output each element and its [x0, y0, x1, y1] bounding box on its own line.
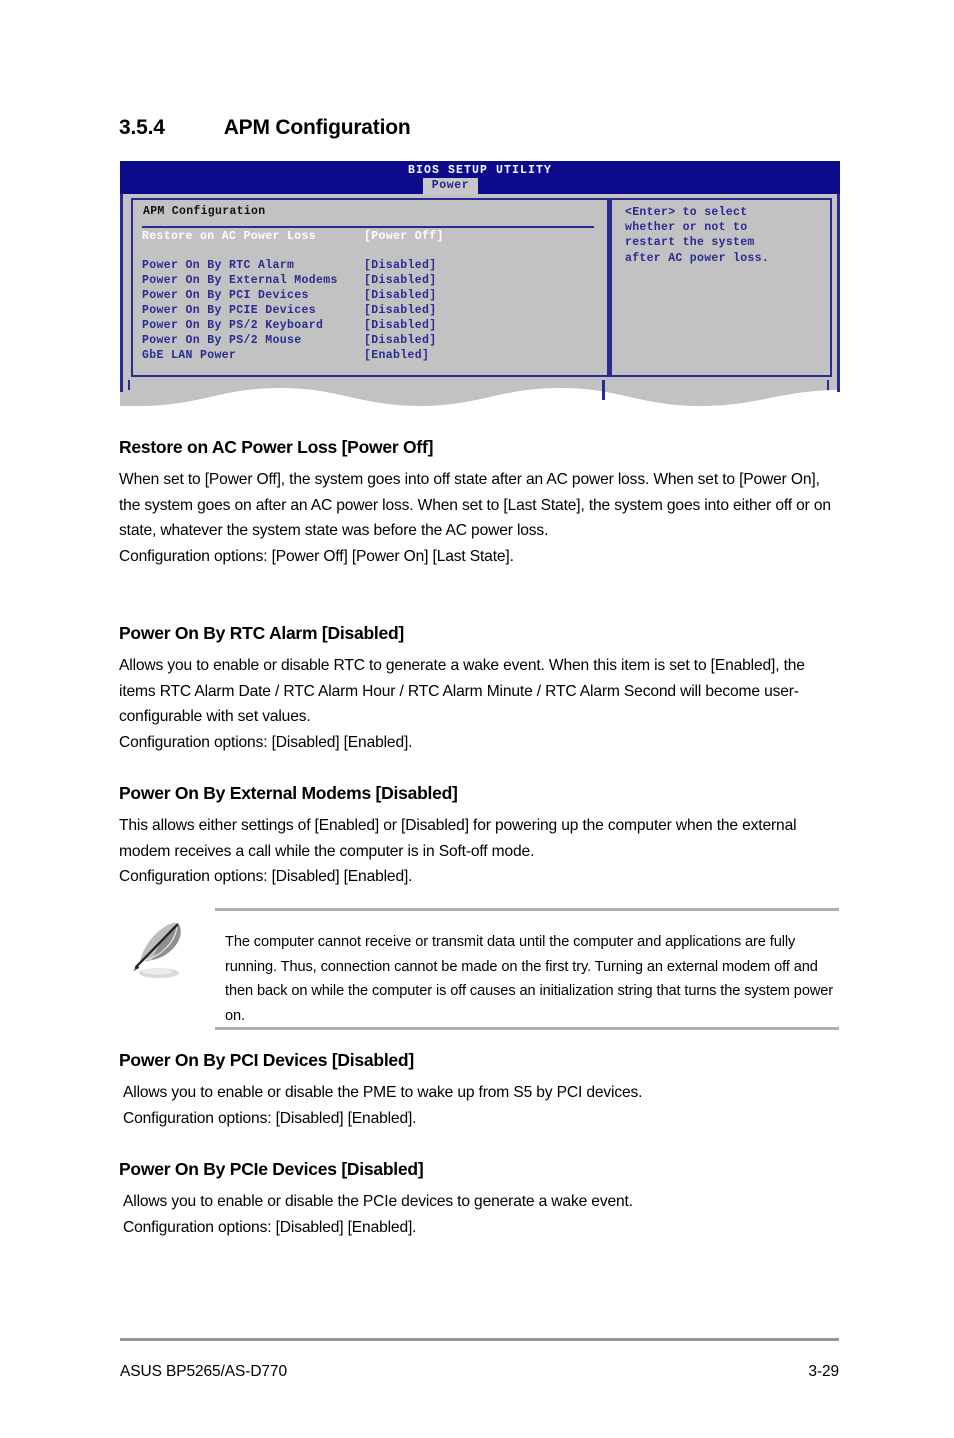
section-power-on-by-rtc-alarm: Power On By RTC Alarm [Disabled] Allows … [119, 623, 831, 755]
bios-setup-screenshot: BIOS SETUP UTILITY Power APM Configurati… [120, 161, 840, 409]
quill-pen-icon [133, 922, 181, 978]
subsection-body: Allows you to enable or disable the PCIe… [123, 1193, 633, 1236]
section-power-on-by-pcie-devices: Power On By PCIe Devices [Disabled] Allo… [119, 1159, 831, 1240]
bios-setting-value[interactable]: [Disabled] [364, 289, 437, 302]
bios-setting-label: Restore on AC Power Loss [142, 230, 317, 243]
bios-setting-value[interactable]: [Disabled] [364, 274, 437, 287]
page-title: 3.5.4 APM Configuration [119, 116, 819, 140]
subsection-heading: Power On By PCIe Devices [Disabled] [119, 1159, 424, 1179]
tab-power[interactable]: Power [423, 178, 478, 194]
bios-panel-heading: APM Configuration [143, 205, 266, 218]
bios-utility-title: BIOS SETUP UTILITY [407, 164, 553, 177]
bios-setting-label: Power On By RTC Alarm [142, 259, 295, 272]
bios-heading-divider [142, 226, 594, 228]
footer-product-name: ASUS BP5265/AS-D770 [120, 1363, 287, 1380]
bios-setting-row[interactable]: Power On By RTC Alarm [Disabled] [142, 259, 597, 274]
bios-titlebar: BIOS SETUP UTILITY [120, 161, 840, 194]
bios-setting-value[interactable]: [Power Off] [364, 230, 444, 243]
bios-help-text: <Enter> to select whether or not to rest… [625, 206, 770, 265]
bios-setting-label: Power On By PS/2 Keyboard [142, 319, 324, 332]
bios-torn-bottom-edge [120, 380, 840, 406]
bios-setting-row[interactable]: Power On By External Modems [Disabled] [142, 274, 597, 289]
subsection-body: This allows either settings of [Enabled]… [119, 817, 797, 886]
bios-setting-row[interactable]: Power On By PS/2 Mouse [Disabled] [142, 334, 597, 349]
bios-setting-label: Power On By PCI Devices [142, 289, 309, 302]
bios-setting-row[interactable]: GbE LAN Power [Enabled] [142, 349, 597, 364]
subsection-heading: Power On By PCI Devices [Disabled] [119, 1050, 414, 1070]
subsection-body: When set to [Power Off], the system goes… [119, 471, 831, 565]
bios-settings-list: Restore on AC Power Loss [Power Off] Power… [142, 230, 597, 364]
subsection-heading: Power On By RTC Alarm [Disabled] [119, 623, 405, 643]
bios-setting-value[interactable]: [Disabled] [364, 259, 437, 272]
bios-setting-label: Power On By PS/2 Mouse [142, 334, 302, 347]
subsection-heading: Restore on AC Power Loss [Power Off] [119, 437, 434, 457]
footer-page-number: 3-29 [808, 1363, 839, 1380]
section-restore-on-ac-power-loss: Restore on AC Power Loss [Power Off] Whe… [119, 437, 831, 569]
bios-setting-label: Power On By External Modems [142, 274, 338, 287]
bios-setting-row[interactable]: Power On By PCIE Devices [Disabled] [142, 304, 597, 319]
section-number: 3.5.4 [119, 116, 165, 139]
bios-setting-value[interactable]: [Disabled] [364, 304, 437, 317]
bios-setting-row[interactable]: Power On By PCI Devices [Disabled] [142, 289, 597, 304]
bios-setting-row[interactable]: Power On By PS/2 Keyboard [Disabled] [142, 319, 597, 334]
bios-setting-value[interactable]: [Disabled] [364, 334, 437, 347]
subsection-body: Allows you to enable or disable RTC to g… [119, 657, 805, 751]
bios-setting-value[interactable]: [Enabled] [364, 349, 429, 362]
note-top-divider [215, 908, 839, 911]
section-title: APM Configuration [223, 116, 411, 139]
subsection-body: Allows you to enable or disable the PME … [123, 1084, 643, 1127]
bios-setting-label: GbE LAN Power [142, 349, 237, 362]
bios-setting-value[interactable]: [Disabled] [364, 319, 437, 332]
section-power-on-by-pci-devices: Power On By PCI Devices [Disabled] Allow… [119, 1050, 831, 1131]
subsection-heading: Power On By External Modems [Disabled] [119, 783, 458, 803]
section-power-on-by-external-modems: Power On By External Modems [Disabled] T… [119, 783, 831, 890]
note-text: The computer cannot receive or transmit … [225, 934, 834, 1024]
footer-divider [120, 1338, 839, 1341]
bios-setting-label: Power On By PCIE Devices [142, 304, 317, 317]
bios-setting-row[interactable]: Restore on AC Power Loss [Power Off] [142, 230, 597, 245]
